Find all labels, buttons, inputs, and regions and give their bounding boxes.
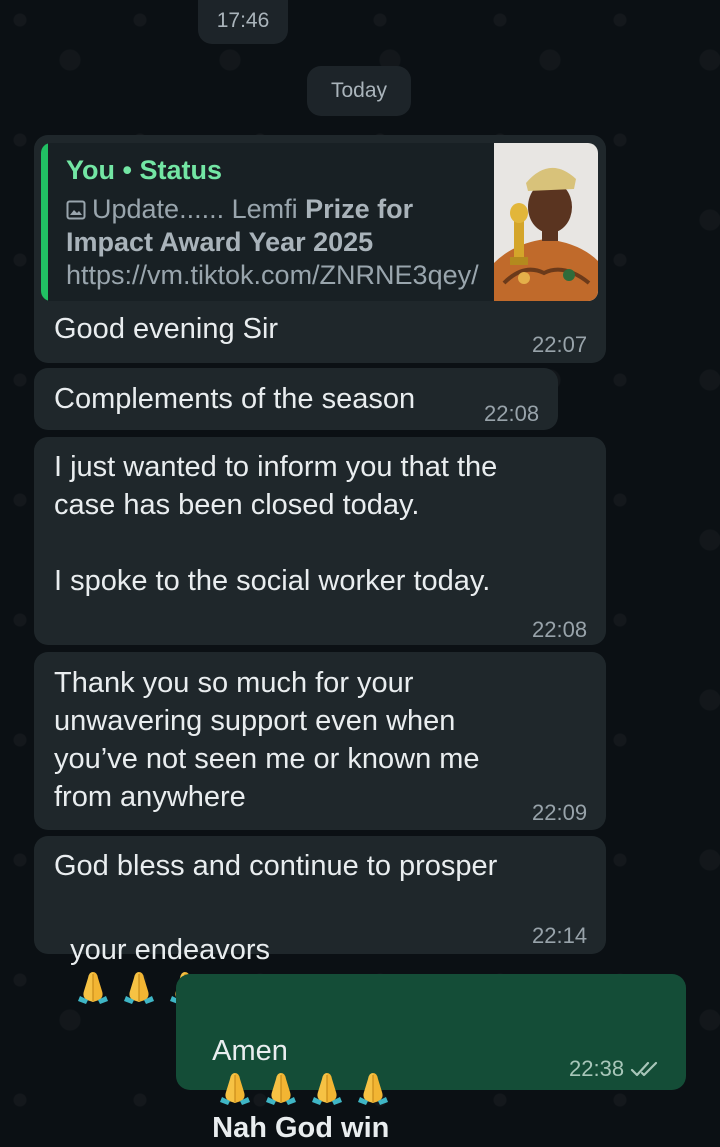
folded-hands-icon: [124, 972, 155, 1004]
quote-text-part1: Update...... Lemfi: [92, 194, 306, 224]
time-divider: 17:46: [198, 0, 288, 44]
message-time: 22:38: [569, 1056, 662, 1082]
folded-hands-icon: [266, 1073, 297, 1105]
date-divider: Today: [307, 66, 411, 116]
folded-hands-icon: [78, 972, 109, 1004]
message-time: 22:14: [532, 923, 588, 948]
message-time-value: 22:38: [569, 1056, 625, 1081]
quote-accent-bar: [41, 143, 48, 301]
message-time: 22:08: [484, 401, 540, 426]
quote-text: Update...... Lemfi Prize for Impact Awar…: [66, 193, 496, 292]
quote-text-part2: https://vm.tiktok.com/ZNRNE3qey/: [66, 260, 479, 290]
folded-hands-icon: [358, 1073, 389, 1105]
message-text: Thank you so much for your unwavering su…: [54, 667, 480, 813]
image-icon: [66, 200, 86, 220]
folded-hands-icon: [312, 1073, 343, 1105]
message-time: 22:09: [532, 800, 588, 825]
status-thumbnail[interactable]: [494, 143, 598, 301]
message-text: Amen Nah God win: [196, 994, 396, 1147]
folded-hands-emoji-group: [212, 1073, 396, 1106]
message-text: I just wanted to inform you that the cas…: [54, 451, 498, 597]
message-text: Good evening Sir: [54, 313, 279, 345]
message-text: Complements of the season: [54, 383, 416, 415]
read-double-tick-icon: [630, 1061, 658, 1077]
quote-author: You • Status: [66, 155, 222, 185]
message-time: 22:08: [532, 617, 588, 642]
message-text-line1: God bless and continue to prosper: [54, 850, 498, 882]
folded-hands-icon: [220, 1073, 251, 1105]
quoted-status-reply[interactable]: You • Status Update...... Lemfi Prize fo…: [41, 143, 598, 301]
status-thumbnail-image: [494, 143, 598, 301]
message-text-plain: Amen: [212, 1035, 288, 1067]
message-text-bold: Nah God win: [212, 1112, 390, 1144]
message-time: 22:07: [532, 332, 588, 357]
message-text-word: your endeavors: [70, 934, 271, 966]
